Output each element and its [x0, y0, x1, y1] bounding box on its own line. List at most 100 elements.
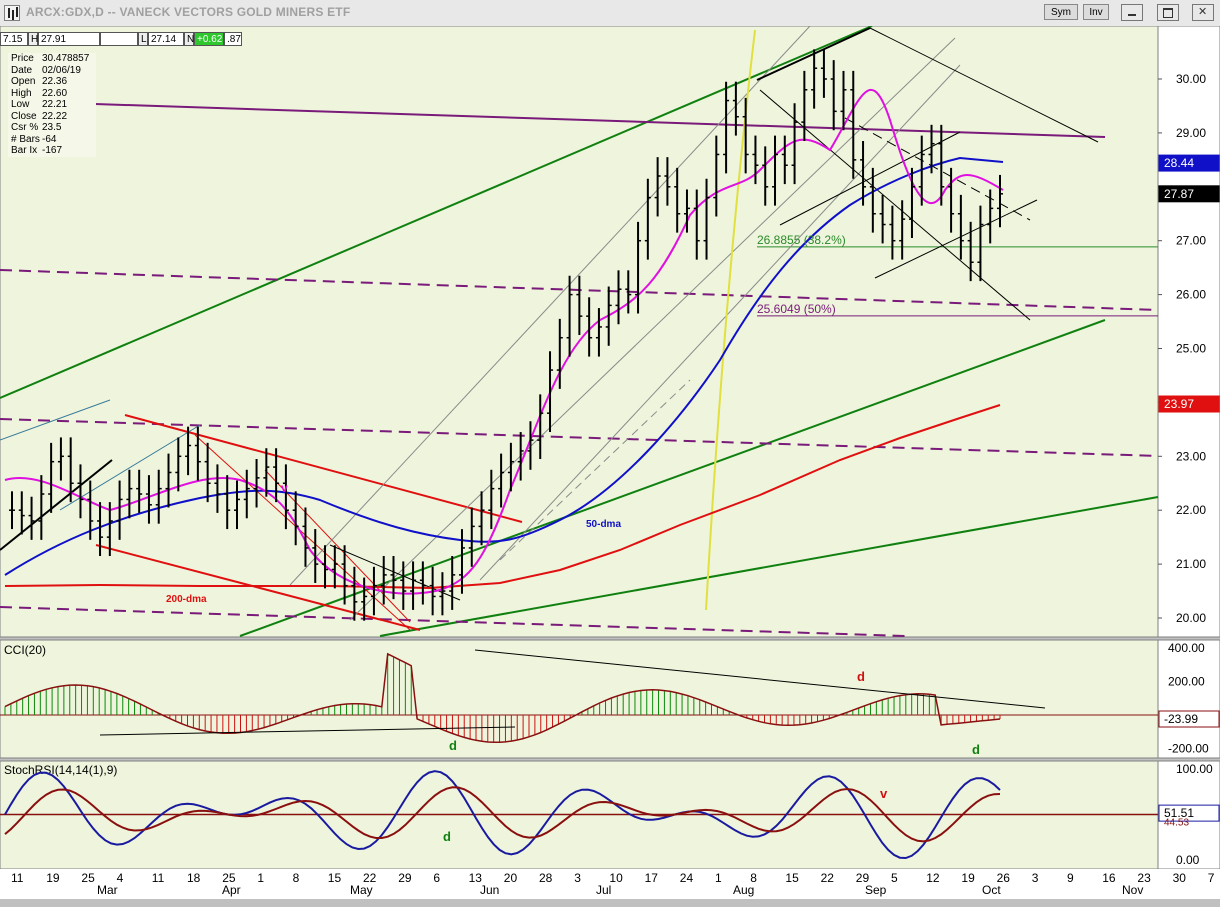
data-window-key: Low [11, 99, 30, 110]
price-tick-label: 25.00 [1176, 342, 1206, 356]
month-tick-label: Aug [733, 883, 754, 897]
month-tick-label: May [350, 883, 373, 897]
low-label: L [138, 32, 148, 46]
data-window-value: 22.60 [42, 87, 68, 99]
day-tick-label: 30 [1173, 871, 1187, 885]
month-tick-label: Nov [1122, 883, 1143, 897]
data-window-key: Csr % [11, 122, 39, 133]
data-window-row: Price 30.478857 [8, 53, 96, 65]
price-tag-label: 23.97 [1164, 397, 1194, 411]
day-tick-label: 5 [891, 871, 898, 885]
data-window-row: Close 22.22 [8, 111, 96, 123]
chart-window: ARCX:GDX,D -- VANECK VECTORS GOLD MINERS… [0, 0, 1220, 907]
price-annotation: v [281, 481, 288, 495]
sma-200-label: 200-dma [166, 594, 207, 605]
price-tick-label: 29.00 [1176, 126, 1206, 140]
title-bar[interactable]: ARCX:GDX,D -- VANECK VECTORS GOLD MINERS… [0, 0, 1220, 27]
price-tag-label: 27.87 [1164, 187, 1194, 201]
open-value: 7.15 [0, 32, 28, 46]
day-tick-label: 6 [433, 871, 440, 885]
price-tick-label: 26.00 [1176, 288, 1206, 302]
day-tick-label: 28 [539, 871, 553, 885]
day-tick-label: 25 [81, 871, 95, 885]
month-tick-label: Mar [97, 883, 118, 897]
close-icon[interactable] [1192, 4, 1214, 21]
day-tick-label: 15 [328, 871, 342, 885]
day-tick-label: 9 [1067, 871, 1074, 885]
chart-canvas[interactable]: 20.00 21.00 22.00 23.00 25.00 26.00 27.00 29.00… [0, 26, 1220, 907]
data-window-value: 02/06/19 [42, 64, 81, 76]
high-spacer [100, 32, 138, 46]
day-tick-label: 17 [645, 871, 659, 885]
price-tick-label: 23.00 [1176, 449, 1206, 463]
price-tick-label: 20.00 [1176, 611, 1206, 625]
quote-bar: 7.15 H 27.91 L 27.14 N +0.62 .87 [0, 32, 242, 46]
day-tick-label: 19 [46, 871, 60, 885]
day-tick-label: 1 [715, 871, 722, 885]
stochrsi-title: StochRSI(14,14(1),9) [4, 763, 117, 777]
data-window-key: Bar Ix [11, 145, 38, 156]
stochrsi-annotation: v [880, 786, 888, 801]
price-tick-label: 21.00 [1176, 557, 1206, 571]
cci-tick-label: 400.00 [1168, 641, 1205, 655]
month-tick-label: Jul [596, 883, 611, 897]
inv-button[interactable]: Inv [1083, 4, 1109, 20]
data-window-row: Low 22.21 [8, 99, 96, 111]
day-tick-label: 15 [785, 871, 799, 885]
sym-button[interactable]: Sym [1044, 4, 1078, 20]
price-tick-label: 22.00 [1176, 503, 1206, 517]
data-window-value: -167 [42, 145, 63, 156]
chart-app-icon [4, 5, 20, 21]
fib-50-label: 25.6049 (50%) [757, 302, 836, 316]
cci-divergence-label: d [857, 669, 865, 684]
low-value: 27.14 [148, 32, 184, 46]
day-tick-label: 3 [574, 871, 581, 885]
data-window-value: 22.36 [42, 76, 68, 87]
day-tick-label: 7 [1208, 871, 1215, 885]
window-title: ARCX:GDX,D -- VANECK VECTORS GOLD MINERS… [26, 5, 351, 19]
day-tick-label: 16 [1102, 871, 1116, 885]
data-window-row: Date 02/06/19 [8, 65, 96, 77]
day-tick-label: 12 [926, 871, 940, 885]
day-tick-label: 10 [609, 871, 623, 885]
day-tick-label: 22 [821, 871, 835, 885]
day-tick-label: 24 [680, 871, 694, 885]
data-window: Price 30.478857 Date 02/06/19 Open 22.36 High 2… [8, 53, 96, 157]
data-window-value: 23.5 [42, 122, 62, 133]
cci-tick-label: 200.00 [1168, 675, 1205, 689]
minimize-icon[interactable] [1121, 4, 1143, 21]
day-tick-label: 3 [1032, 871, 1039, 885]
price-tick-label: 30.00 [1176, 72, 1206, 86]
fib-38-label: 26.8855 (38.2%) [757, 233, 846, 247]
stochrsi-tick-label: 0.00 [1176, 853, 1200, 867]
data-window-value: -64 [42, 133, 57, 145]
cci-panel [0, 639, 1159, 759]
high-label: H [28, 32, 38, 46]
day-tick-label: 8 [293, 871, 300, 885]
data-window-row: Csr % 23.5 [8, 122, 96, 134]
month-tick-label: Sep [865, 883, 887, 897]
data-window-key: Open [11, 76, 36, 87]
net-label: N [184, 32, 194, 46]
data-window-value: 30.478857 [42, 53, 90, 64]
stochrsi-slow-value: 44.53 [1164, 817, 1189, 828]
month-tick-label: Oct [982, 883, 1001, 897]
day-tick-label: 20 [504, 871, 518, 885]
data-window-key: # Bars [11, 133, 40, 145]
data-window-value: 22.21 [42, 99, 68, 110]
day-tick-label: 1 [257, 871, 264, 885]
net-value: +0.62 [194, 32, 224, 46]
data-window-key: Date [11, 64, 33, 76]
maximize-icon[interactable] [1157, 4, 1179, 21]
day-tick-label: 19 [961, 871, 975, 885]
net-tail: .87 [224, 32, 242, 46]
high-value: 27.91 [38, 32, 100, 46]
cci-title: CCI(20) [4, 643, 46, 657]
day-tick-label: 11 [152, 871, 165, 885]
day-tick-label: 18 [187, 871, 201, 885]
data-window-row: # Bars -64 [8, 134, 96, 146]
month-tick-label: Apr [222, 883, 241, 897]
cci-tick-label: -200.00 [1168, 741, 1209, 755]
cci-last-value: -23.99 [1164, 712, 1198, 726]
stochrsi-annotation: d [443, 829, 451, 844]
